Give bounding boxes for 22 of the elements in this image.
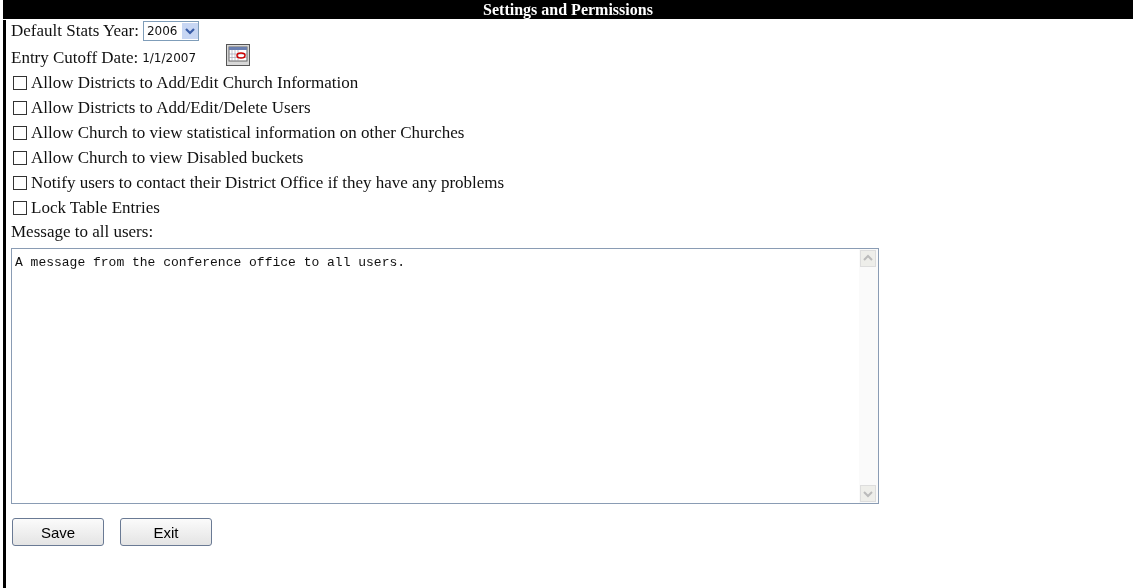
checkbox[interactable] [13, 200, 27, 215]
checkbox[interactable] [13, 75, 27, 90]
header-title: Settings and Permissions [483, 1, 653, 18]
cutoff-date-label: Entry Cutoff Date: [11, 48, 139, 68]
checkbox[interactable] [13, 125, 27, 140]
message-field[interactable]: A message from the conference office to all users. [11, 248, 879, 504]
option-label: Allow Districts to Add/Edit/Delete Users [31, 97, 311, 118]
option-label: Lock Table Entries [31, 197, 160, 218]
option-label: Allow Districts to Add/Edit Church Information [31, 72, 359, 93]
option-label: Notify users to contact their District Office if they have any problems [31, 172, 505, 193]
save-button[interactable]: Save [12, 518, 104, 546]
calendar-icon[interactable] [226, 44, 251, 66]
checkbox[interactable] [13, 175, 27, 190]
option-label: Allow Church to view Disabled buckets [31, 147, 304, 168]
checkbox[interactable] [13, 150, 27, 165]
exit-button[interactable]: Exit [120, 518, 212, 546]
cutoff-date-value: 1/1/2007 [142, 51, 197, 65]
stats-year-label: Default Stats Year: [11, 21, 139, 41]
checkbox[interactable] [13, 100, 27, 115]
option-label: Allow Church to view statistical information on other Churches [31, 122, 465, 143]
message-label: Message to all users: [11, 222, 154, 242]
year-dropdown[interactable]: 2006 [142, 21, 199, 41]
